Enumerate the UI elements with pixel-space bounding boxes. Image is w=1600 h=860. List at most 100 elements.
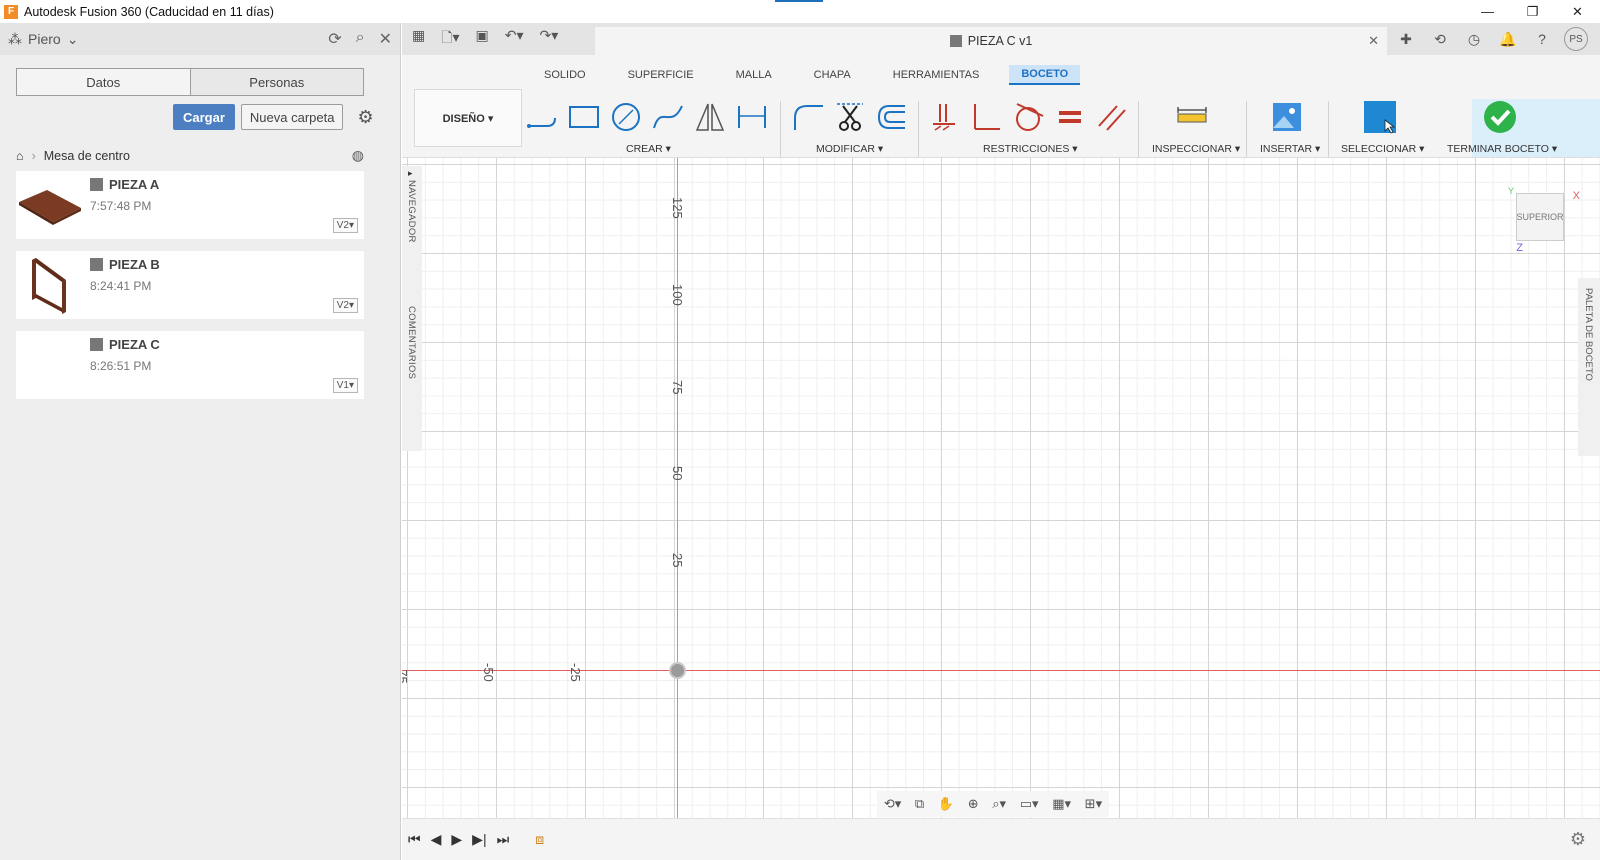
play-icon[interactable]: ▶ (451, 831, 462, 848)
close-window-button[interactable]: ✕ (1555, 0, 1600, 23)
file-thumbnail (16, 251, 84, 319)
parallel-constraint-icon[interactable] (1094, 99, 1130, 135)
browser-panel[interactable]: ▸ NAVEGADOR COMENTARIOS (402, 166, 422, 451)
measure-tool-icon[interactable] (1174, 99, 1210, 135)
list-item[interactable]: PIEZA C 8:26:51 PM V1▾ (16, 331, 364, 399)
main-workspace: ▦ 🗋▾ ▣ ↶▾ ↷▾ PIEZA C v1 ✕ ✚ ⟲ ◷ 🔔 ? PS D… (402, 23, 1600, 860)
select-tool-icon[interactable] (1362, 99, 1398, 135)
restore-button[interactable]: ❐ (1510, 0, 1555, 23)
user-menu[interactable]: ⁂ Piero ⌄ (8, 31, 78, 48)
tab-people[interactable]: Personas (189, 69, 363, 95)
circle-tool-icon[interactable] (608, 99, 644, 135)
pan-icon[interactable]: ✋ (938, 796, 954, 812)
display-settings-icon[interactable]: ▭▾ (1020, 796, 1039, 812)
tab-tools[interactable]: HERRAMIENTAS (881, 65, 992, 85)
origin-point[interactable] (669, 662, 686, 679)
refresh-icon[interactable]: ⟳ (328, 29, 341, 49)
help-icon[interactable]: ? (1530, 27, 1554, 51)
axis-tick-label: 50 (670, 466, 685, 481)
group-finish-label[interactable]: TERMINAR BOCETO ▾ (1447, 143, 1557, 155)
new-tab-icon[interactable]: ✚ (1394, 27, 1418, 51)
close-panel-icon[interactable]: ✕ (379, 29, 392, 49)
expand-arrow-icon[interactable]: ▸ (408, 168, 413, 179)
close-tab-icon[interactable]: ✕ (1368, 33, 1379, 49)
sketch-canvas[interactable]: 125 100 75 50 25 -75 -50 -25 ▸ NAVEGADOR… (402, 158, 1600, 818)
group-insert-label[interactable]: INSERTAR ▾ (1260, 143, 1320, 155)
extensions-icon[interactable]: ⟲ (1428, 27, 1452, 51)
equal-constraint-icon[interactable] (1052, 99, 1088, 135)
fix-constraint-icon[interactable] (926, 99, 962, 135)
timeline-sketch-marker-icon[interactable]: ⧈ (535, 831, 544, 848)
application-bar: ▦ 🗋▾ ▣ ↶▾ ↷▾ PIEZA C v1 ✕ ✚ ⟲ ◷ 🔔 ? PS (402, 23, 1600, 55)
job-status-icon[interactable]: ◷ (1462, 27, 1486, 51)
new-folder-button[interactable]: Nueva carpeta (240, 104, 344, 130)
grid-settings-icon[interactable]: ▦▾ (1052, 796, 1071, 812)
toolbar-divider (1246, 101, 1247, 157)
go-to-start-icon[interactable]: ⏮ (408, 831, 421, 848)
orbit-icon[interactable]: ⟲▾ (884, 796, 901, 812)
data-panel-tools: ⟳ ⌕ ✕ (328, 29, 392, 49)
home-icon[interactable]: ⌂ (16, 149, 24, 163)
viewcube[interactable]: SUPERIOR (1516, 193, 1564, 241)
timeline-gear-icon[interactable]: ⚙ (1570, 829, 1586, 850)
breadcrumb-current[interactable]: Mesa de centro (44, 149, 130, 163)
trim-tool-icon[interactable] (832, 99, 868, 135)
step-forward-icon[interactable]: ▶| (472, 831, 486, 848)
axis-tick-label: -50 (481, 663, 496, 682)
version-dropdown[interactable]: V2▾ (332, 218, 358, 233)
line-tool-icon[interactable] (524, 99, 560, 135)
dimension-tool-icon[interactable] (734, 99, 770, 135)
file-menu-icon[interactable]: 🗋▾ (441, 27, 459, 51)
undo-icon[interactable]: ↶▾ (505, 27, 524, 51)
group-modify-label[interactable]: MODIFICAR ▾ (816, 143, 883, 155)
minimize-button[interactable]: — (1465, 0, 1510, 23)
group-create-label[interactable]: CREAR ▾ (626, 143, 671, 155)
redo-icon[interactable]: ↷▾ (540, 27, 559, 51)
tab-surface[interactable]: SUPERFICIE (616, 65, 706, 85)
spline-tool-icon[interactable] (650, 99, 686, 135)
checkmark-icon[interactable] (1482, 99, 1518, 135)
tab-data[interactable]: Datos (17, 69, 190, 95)
upload-button[interactable]: Cargar (173, 104, 235, 130)
document-tab[interactable]: PIEZA C v1 ✕ (595, 27, 1387, 55)
tab-mesh[interactable]: MALLA (724, 65, 784, 85)
component-icon (949, 35, 962, 47)
offset-tool-icon[interactable] (874, 99, 910, 135)
zoom-icon[interactable]: ⊕ (968, 796, 979, 812)
notifications-icon[interactable]: 🔔 (1496, 27, 1520, 51)
data-panel-toggle-icon[interactable]: ▦ (412, 27, 425, 51)
version-dropdown[interactable]: V2▾ (332, 298, 358, 313)
insert-image-icon[interactable] (1269, 99, 1305, 135)
look-at-icon[interactable]: ⧉ (915, 796, 924, 812)
version-dropdown[interactable]: V1▾ (332, 378, 358, 393)
tab-sheet-metal[interactable]: CHAPA (802, 65, 863, 85)
avatar[interactable]: PS (1564, 27, 1588, 51)
data-panel: ⁂ Piero ⌄ ⟳ ⌕ ✕ Datos Personas Cargar Nu… (0, 23, 401, 860)
list-item[interactable]: PIEZA A 7:57:48 PM V2▾ (16, 171, 364, 239)
tab-sketch[interactable]: BOCETO (1009, 65, 1081, 85)
globe-icon[interactable]: ◍ (352, 147, 364, 164)
timeline: ⏮ ◀ ▶ ▶| ⏭ ⧈ ⚙ (402, 818, 1600, 860)
search-icon[interactable]: ⌕ (356, 29, 365, 49)
sketch-palette-panel[interactable]: PALETA DE BOCETO (1578, 278, 1600, 456)
mirror-tool-icon[interactable] (692, 99, 728, 135)
workspace-dropdown[interactable]: DISEÑO ▾ (414, 89, 522, 147)
group-inspect-label[interactable]: INSPECCIONAR ▾ (1152, 143, 1240, 155)
user-name: Piero (28, 31, 61, 47)
gear-icon[interactable]: ⚙ (357, 107, 373, 128)
file-list: PIEZA A 7:57:48 PM V2▾ PIEZA B 8:24:41 P… (16, 171, 364, 411)
tab-solid[interactable]: SOLIDO (532, 65, 598, 85)
step-back-icon[interactable]: ◀ (431, 831, 442, 848)
save-icon[interactable]: ▣ (476, 27, 489, 51)
go-to-end-icon[interactable]: ⏭ (497, 831, 510, 848)
tangent-constraint-icon[interactable] (1010, 99, 1046, 135)
viewports-icon[interactable]: ⊞▾ (1085, 796, 1102, 812)
group-constraints-label[interactable]: RESTRICCIONES ▾ (983, 143, 1078, 155)
axis-tick-label: 125 (670, 197, 685, 219)
rectangle-tool-icon[interactable] (566, 99, 602, 135)
list-item[interactable]: PIEZA B 8:24:41 PM V2▾ (16, 251, 364, 319)
group-select-label[interactable]: SELECCIONAR ▾ (1341, 143, 1424, 155)
fit-icon[interactable]: ⌕▾ (992, 796, 1006, 812)
fillet-tool-icon[interactable] (790, 99, 826, 135)
perpendicular-constraint-icon[interactable] (968, 99, 1004, 135)
